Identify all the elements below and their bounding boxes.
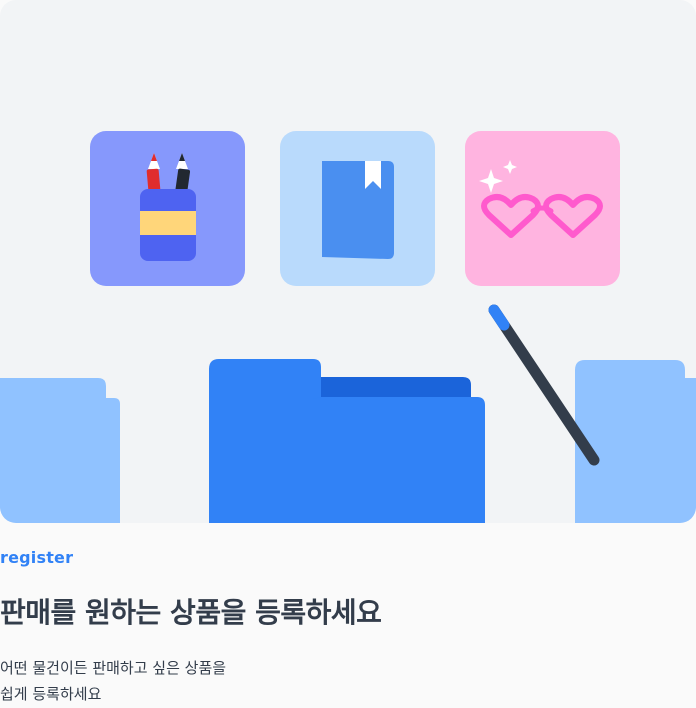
heart-glasses-icon <box>479 160 603 238</box>
description: 어떤 물건이든 판매하고 싶은 상품을 쉽게 등록하세요 <box>0 655 226 707</box>
left-folder-icon <box>0 378 120 523</box>
glasses-tile <box>465 131 620 286</box>
description-line: 쉽게 등록하세요 <box>0 685 102 703</box>
hero-illustration <box>0 0 696 523</box>
pencil-cup-tile <box>90 131 245 286</box>
book-bookmark-icon <box>322 161 394 259</box>
book-tile <box>280 131 435 286</box>
stylus-icon <box>488 304 600 466</box>
section-kicker: register <box>0 548 74 567</box>
center-folder-icon <box>209 359 485 523</box>
page-title: 판매를 원하는 상품을 등록하세요 <box>0 596 382 629</box>
pencil-cup-icon <box>140 153 196 261</box>
description-line: 어떤 물건이든 판매하고 싶은 상품을 <box>0 659 227 677</box>
